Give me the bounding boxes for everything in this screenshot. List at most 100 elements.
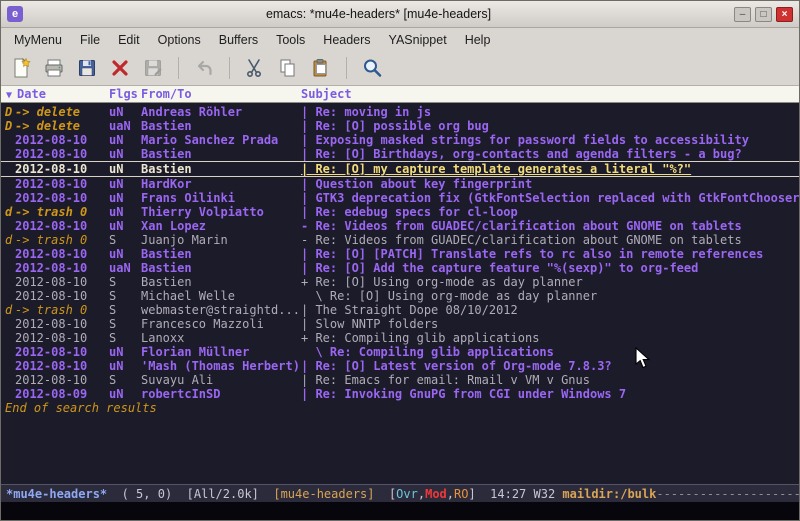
email-row[interactable]: 2012-08-10 uN Bastien | Re: [O] [PATCH] … bbox=[1, 247, 799, 261]
menu-yasnippet[interactable]: YASnippet bbox=[380, 31, 456, 49]
email-date: 2012-08-10 bbox=[15, 261, 109, 275]
menu-edit[interactable]: Edit bbox=[109, 31, 149, 49]
email-subject: - Re: Videos from GUADEC/clarification a… bbox=[301, 233, 799, 247]
email-row[interactable]: 2012-08-10 S Lanoxx + Re: Compiling glib… bbox=[1, 331, 799, 345]
email-mark bbox=[5, 331, 15, 345]
emacs-app-icon: e bbox=[7, 6, 23, 22]
email-date: -> delete bbox=[15, 105, 109, 119]
menu-help[interactable]: Help bbox=[456, 31, 500, 49]
email-row[interactable]: D -> delete uaN Bastien | Re: [O] possib… bbox=[1, 119, 799, 133]
email-subject: | Re: moving in js bbox=[301, 105, 799, 119]
email-row[interactable]: 2012-08-10 uN HardKor | Question about k… bbox=[1, 177, 799, 191]
email-row[interactable]: 2012-08-10 S Bastien + Re: [O] Using org… bbox=[1, 275, 799, 289]
email-flags: uN bbox=[109, 247, 141, 261]
paste-icon[interactable] bbox=[307, 55, 335, 82]
email-from: Thierry Volpiatto bbox=[141, 205, 301, 219]
echo-area[interactable] bbox=[1, 502, 799, 520]
email-from: Frans Oilinki bbox=[141, 191, 301, 205]
email-subject: | Re: [O] Birthdays, org-contacts and ag… bbox=[301, 147, 799, 161]
minimize-button[interactable] bbox=[734, 7, 751, 22]
email-mark: d bbox=[5, 303, 15, 317]
email-from: Bastien bbox=[141, 247, 301, 261]
email-row[interactable]: 2012-08-10 S Suvayu Ali | Re: Emacs for … bbox=[1, 373, 799, 387]
column-header-subject[interactable]: Subject bbox=[301, 87, 352, 101]
email-row[interactable]: 2012-08-10 uN 'Mash (Thomas Herbert) | R… bbox=[1, 359, 799, 373]
search-icon[interactable] bbox=[358, 55, 386, 82]
modeline-ro: RO bbox=[454, 487, 468, 501]
email-date: -> trash 0 bbox=[15, 205, 109, 219]
email-subject: | Slow NNTP folders bbox=[301, 317, 799, 331]
print-icon[interactable] bbox=[40, 55, 68, 82]
email-row[interactable]: 2012-08-10 uN Mario Sanchez Prada | Expo… bbox=[1, 133, 799, 147]
close-button[interactable] bbox=[776, 7, 793, 22]
column-header-flags[interactable]: Flgs bbox=[109, 87, 138, 101]
mode-line: *mu4e-headers* ( 5, 0) [All/2.0k] [mu4e-… bbox=[1, 484, 799, 502]
email-date: 2012-08-10 bbox=[15, 317, 109, 331]
email-row[interactable]: 2012-08-10 uaN Bastien | Re: [O] Add the… bbox=[1, 261, 799, 275]
email-flags: uN bbox=[109, 387, 141, 401]
menu-mymenu[interactable]: MyMenu bbox=[5, 31, 71, 49]
email-from: 'Mash (Thomas Herbert) bbox=[141, 359, 301, 373]
email-subject: | Re: [O] Latest version of Org-mode 7.8… bbox=[301, 359, 799, 373]
column-header-date[interactable]: ▼Date bbox=[6, 87, 46, 101]
headers-buffer: D -> delete uN Andreas Röhler | Re: movi… bbox=[1, 103, 799, 484]
email-mark: D bbox=[5, 105, 15, 119]
new-file-icon[interactable] bbox=[7, 55, 35, 82]
email-row[interactable]: 2012-08-10 uN Frans Oilinki | GTK3 depre… bbox=[1, 191, 799, 205]
menu-options[interactable]: Options bbox=[149, 31, 210, 49]
email-row[interactable]: d -> trash 0 S webmaster@straightd... | … bbox=[1, 303, 799, 317]
email-row[interactable]: 2012-08-10 uN Xan Lopez - Re: Videos fro… bbox=[1, 219, 799, 233]
email-flags: uN bbox=[109, 147, 141, 161]
email-row[interactable]: d -> trash 0 uN Thierry Volpiatto | Re: … bbox=[1, 205, 799, 219]
email-list: D -> delete uN Andreas Röhler | Re: movi… bbox=[1, 105, 799, 401]
email-subject: \ Re: Compiling glib applications bbox=[301, 345, 799, 359]
email-row[interactable]: 2012-08-10 uN Bastien | Re: [O] Birthday… bbox=[1, 147, 799, 161]
email-flags: uN bbox=[109, 359, 141, 373]
email-from: Suvayu Ali bbox=[141, 373, 301, 387]
email-date: 2012-08-10 bbox=[15, 345, 109, 359]
maximize-button[interactable] bbox=[755, 7, 772, 22]
email-flags: uN bbox=[109, 105, 141, 119]
close-icon[interactable] bbox=[106, 55, 134, 82]
menu-buffers[interactable]: Buffers bbox=[210, 31, 267, 49]
email-mark bbox=[5, 345, 15, 359]
column-header-from[interactable]: From/To bbox=[141, 87, 192, 101]
menu-tools[interactable]: Tools bbox=[267, 31, 314, 49]
email-row[interactable]: 2012-08-10 uN Florian Müllner \ Re: Comp… bbox=[1, 345, 799, 359]
email-flags: S bbox=[109, 331, 141, 345]
cut-icon[interactable] bbox=[241, 55, 269, 82]
email-subject: | Re: [O] possible org bug bbox=[301, 119, 799, 133]
modeline-plain: [All/2.0k] bbox=[187, 487, 274, 501]
email-flags: uN bbox=[109, 133, 141, 147]
copy-icon[interactable] bbox=[274, 55, 302, 82]
email-from: Bastien bbox=[141, 162, 301, 176]
undo-icon bbox=[190, 55, 218, 82]
emacs-window: e emacs: *mu4e-headers* [mu4e-headers] M… bbox=[0, 0, 800, 521]
email-from: Francesco Mazzoli bbox=[141, 317, 301, 331]
email-mark bbox=[5, 387, 15, 401]
email-date: 2012-08-10 bbox=[15, 133, 109, 147]
email-row[interactable]: 2012-08-10 uN Bastien | Re: [O] my captu… bbox=[1, 161, 799, 177]
email-flags: uN bbox=[109, 191, 141, 205]
menu-headers[interactable]: Headers bbox=[314, 31, 379, 49]
menu-bar: MyMenuFileEditOptionsBuffersToolsHeaders… bbox=[1, 28, 799, 51]
modeline-mode: [mu4e-headers] bbox=[273, 487, 389, 501]
menu-file[interactable]: File bbox=[71, 31, 109, 49]
email-row[interactable]: 2012-08-10 S Michael Welle \ Re: [O] Usi… bbox=[1, 289, 799, 303]
email-mark bbox=[5, 359, 15, 373]
email-row[interactable]: 2012-08-10 S Francesco Mazzoli | Slow NN… bbox=[1, 317, 799, 331]
email-subject: + Re: Compiling glib applications bbox=[301, 331, 799, 345]
email-from: HardKor bbox=[141, 177, 301, 191]
email-row[interactable]: 2012-08-09 uN robertcInSD | Re: Invoking… bbox=[1, 387, 799, 401]
modeline-dash: ----------------------------------------… bbox=[656, 487, 799, 501]
email-mark bbox=[5, 275, 15, 289]
email-flags: uN bbox=[109, 345, 141, 359]
email-subject: | GTK3 deprecation fix (GtkFontSelection… bbox=[301, 191, 799, 205]
email-row[interactable]: d -> trash 0 S Juanjo Marin - Re: Videos… bbox=[1, 233, 799, 247]
save-icon[interactable] bbox=[73, 55, 101, 82]
email-subject: | Re: Invoking GnuPG from CGI under Wind… bbox=[301, 387, 799, 401]
email-subject: | Re: [O] Add the capture feature "%(sex… bbox=[301, 261, 799, 275]
email-row[interactable]: D -> delete uN Andreas Röhler | Re: movi… bbox=[1, 105, 799, 119]
email-flags: uN bbox=[109, 219, 141, 233]
save-as-icon bbox=[139, 55, 167, 82]
